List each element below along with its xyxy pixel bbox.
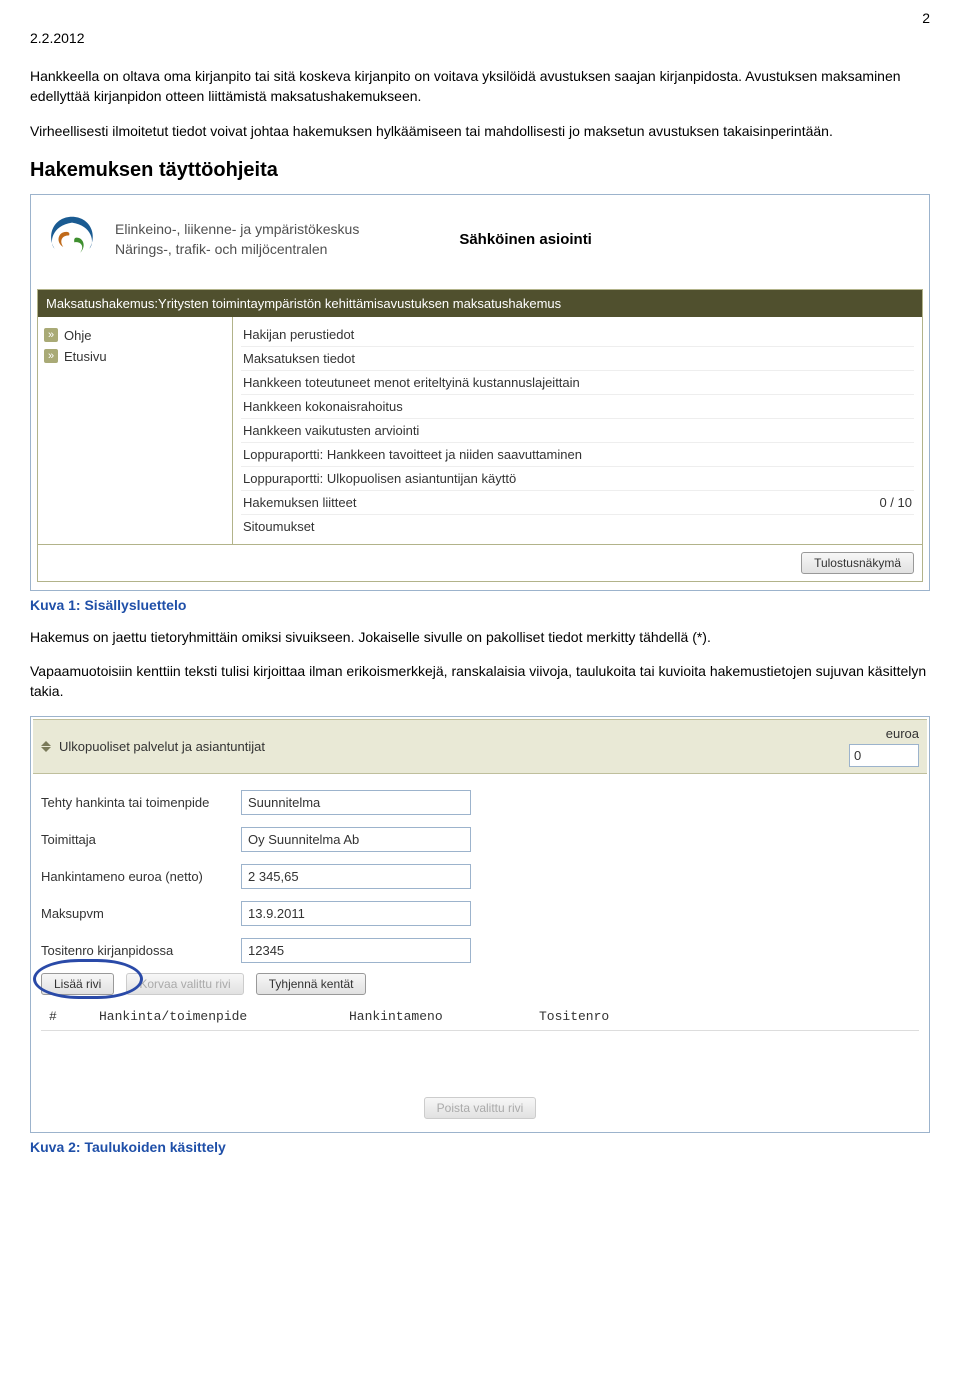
- table-header: # Hankinta/toimenpide Hankintameno Tosit…: [41, 1003, 919, 1030]
- hankinta-input[interactable]: [241, 790, 471, 815]
- nav-item[interactable]: Loppuraportti: Hankkeen tavoitteet ja ni…: [241, 443, 914, 467]
- euroa-input[interactable]: [849, 744, 919, 767]
- section-row-label: Ulkopuoliset palvelut ja asiantuntijat: [59, 739, 265, 754]
- nav-item[interactable]: Hankkeen vaikutusten arviointi: [241, 419, 914, 443]
- print-view-button[interactable]: Tulostusnäkymä: [801, 552, 914, 574]
- service-title: Sähköinen asiointi: [459, 231, 592, 248]
- nav-label: Maksatuksen tiedot: [243, 351, 355, 366]
- form-row: Hankintameno euroa (netto): [41, 858, 919, 895]
- hankintameno-input[interactable]: [241, 864, 471, 889]
- figure-2-footer: Poista valittu rivi: [33, 1090, 927, 1126]
- form-label: Tehty hankinta tai toimenpide: [41, 795, 241, 810]
- sidebar-label: Etusivu: [64, 349, 107, 364]
- paragraph-after-fig1-a: Hakemus on jaettu tietoryhmittäin omiksi…: [30, 627, 930, 647]
- col-hankinta: Hankinta/toimenpide: [99, 1009, 319, 1024]
- add-row-button[interactable]: Lisää rivi: [41, 973, 114, 995]
- form-row: Tositenro kirjanpidossa: [41, 932, 919, 969]
- form-label: Tositenro kirjanpidossa: [41, 943, 241, 958]
- app-header: Elinkeino-, liikenne- ja ympäristökeskus…: [37, 201, 923, 289]
- euroa-label: euroa: [886, 726, 919, 741]
- sidebar: » Ohje » Etusivu: [38, 317, 233, 544]
- nav-item[interactable]: Hankkeen kokonaisrahoitus: [241, 395, 914, 419]
- intro-paragraph-1: Hankkeella on oltava oma kirjanpito tai …: [30, 66, 930, 107]
- nav-item[interactable]: Sitoumukset: [241, 515, 914, 538]
- sidebar-item-ohje[interactable]: » Ohje: [44, 325, 226, 346]
- col-tositenro: Tositenro: [539, 1009, 609, 1024]
- figure-1-caption: Kuva 1: Sisällysluettelo: [30, 597, 930, 613]
- col-hankintameno: Hankintameno: [349, 1009, 509, 1024]
- nav-count: 0 / 10: [879, 495, 912, 510]
- nav-item[interactable]: Maksatuksen tiedot: [241, 347, 914, 371]
- nav-item[interactable]: Hakijan perustiedot: [241, 323, 914, 347]
- figure-1: Elinkeino-, liikenne- ja ympäristökeskus…: [30, 194, 930, 591]
- replace-row-button: Korvaa valittu rivi: [126, 973, 243, 995]
- nav-item[interactable]: Loppuraportti: Ulkopuolisen asiantuntija…: [241, 467, 914, 491]
- empty-table-body: [41, 1030, 919, 1082]
- nav-label: Loppuraportti: Ulkopuolisen asiantuntija…: [243, 471, 516, 486]
- form-titlebar: Maksatushakemus:Yritysten toimintaympäri…: [38, 290, 922, 317]
- paragraph-after-fig1-b: Vapaamuotoisiin kenttiin teksti tulisi k…: [30, 661, 930, 702]
- figure-2: Ulkopuoliset palvelut ja asiantuntijat e…: [30, 716, 930, 1133]
- section-row-header[interactable]: Ulkopuoliset palvelut ja asiantuntijat e…: [33, 719, 927, 774]
- ely-logo-icon: [43, 211, 101, 269]
- tositenro-input[interactable]: [241, 938, 471, 963]
- form-row: Tehty hankinta tai toimenpide: [41, 784, 919, 821]
- delete-row-button: Poista valittu rivi: [424, 1097, 537, 1119]
- figure-2-caption: Kuva 2: Taulukoiden käsittely: [30, 1139, 930, 1155]
- intro-paragraph-2: Virheellisesti ilmoitetut tiedot voivat …: [30, 121, 930, 141]
- nav-label: Hakemuksen liitteet: [243, 495, 356, 510]
- nav-label: Hankkeen vaikutusten arviointi: [243, 423, 419, 438]
- logo-title-fi: Elinkeino-, liikenne- ja ympäristökeskus: [115, 220, 359, 240]
- form-label: Hankintameno euroa (netto): [41, 869, 241, 884]
- form-label: Toimittaja: [41, 832, 241, 847]
- sidebar-item-etusivu[interactable]: » Etusivu: [44, 346, 226, 367]
- nav-label: Hankkeen kokonaisrahoitus: [243, 399, 403, 414]
- chevron-icon: »: [44, 328, 58, 342]
- nav-label: Hankkeen toteutuneet menot eriteltyinä k…: [243, 375, 580, 390]
- form-row: Toimittaja: [41, 821, 919, 858]
- page-number: 2: [30, 10, 930, 26]
- nav-item[interactable]: Hakemuksen liitteet 0 / 10: [241, 491, 914, 515]
- section-heading: Hakemuksen täyttöohjeita: [30, 159, 930, 182]
- logo-title-sv: Närings-, trafik- och miljöcentralen: [115, 240, 359, 260]
- nav-label: Hakijan perustiedot: [243, 327, 354, 342]
- form-row: Maksupvm: [41, 895, 919, 932]
- chevron-icon: »: [44, 349, 58, 363]
- content-list: Hakijan perustiedot Maksatuksen tiedot H…: [233, 317, 922, 544]
- form-footer: Tulostusnäkymä: [38, 544, 922, 581]
- col-hash: #: [49, 1009, 69, 1024]
- clear-fields-button[interactable]: Tyhjennä kentät: [256, 973, 367, 995]
- document-date: 2.2.2012: [30, 30, 930, 46]
- nav-label: Loppuraportti: Hankkeen tavoitteet ja ni…: [243, 447, 582, 462]
- sidebar-label: Ohje: [64, 328, 91, 343]
- maksupvm-input[interactable]: [241, 901, 471, 926]
- nav-label: Sitoumukset: [243, 519, 315, 534]
- form-label: Maksupvm: [41, 906, 241, 921]
- toimittaja-input[interactable]: [241, 827, 471, 852]
- sort-icon: [41, 739, 51, 753]
- form-container: Maksatushakemus:Yritysten toimintaympäri…: [37, 289, 923, 582]
- nav-item[interactable]: Hankkeen toteutuneet menot eriteltyinä k…: [241, 371, 914, 395]
- logo-block: Elinkeino-, liikenne- ja ympäristökeskus…: [43, 211, 359, 269]
